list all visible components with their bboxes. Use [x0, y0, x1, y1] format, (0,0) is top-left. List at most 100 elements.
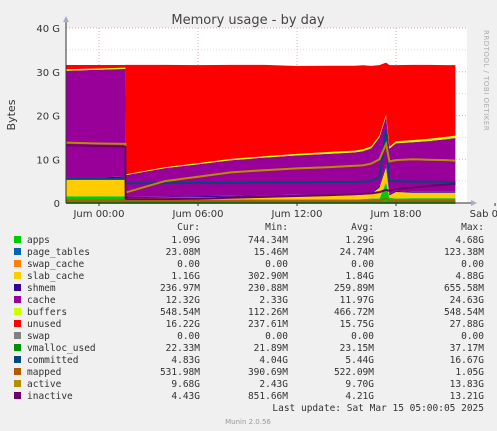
legend-row-apps: apps 1.09G 744.34M 1.29G 4.68G	[14, 235, 484, 246]
legend-value: 5.44G	[345, 355, 374, 366]
legend-swatch	[14, 284, 21, 291]
legend-name: swap	[27, 331, 50, 342]
legend-value: 0.00	[177, 259, 200, 270]
legend-value: 24.74M	[340, 247, 375, 258]
legend-value: 27.88G	[450, 319, 485, 330]
legend-value: 0.00	[351, 259, 374, 270]
y-axis-label: Bytes	[5, 99, 18, 130]
legend-name: page_tables	[27, 247, 90, 258]
legend-value: 21.89M	[254, 343, 289, 354]
legend-name: unused	[27, 319, 61, 330]
legend-name: committed	[27, 355, 78, 366]
y-tick-label: 30 G	[36, 68, 60, 79]
legend-value: 851.66M	[248, 391, 288, 402]
legend-name: slab_cache	[27, 271, 84, 282]
legend-swatch	[14, 260, 21, 267]
legend-name: mapped	[27, 367, 61, 378]
legend-value: 123.38M	[444, 247, 484, 258]
legend-name: vmalloc_used	[27, 343, 96, 354]
legend-value: 1.09G	[171, 235, 200, 246]
x-tick-label: Jum 00:00	[72, 209, 124, 220]
legend-name: apps	[27, 235, 50, 246]
legend-swatch	[14, 308, 21, 315]
x-ticks: Jum 00:00 Jum 06:00 Jum 12:00 Jum 18:00 Sab …	[72, 203, 497, 220]
legend-value: 548.54M	[444, 307, 484, 318]
legend-value: 0.00	[265, 259, 288, 270]
legend-value: 11.97G	[340, 295, 375, 306]
legend-value: 236.97M	[160, 283, 200, 294]
chart-title: Memory usage - by day	[171, 13, 324, 28]
x-tick-label: Jum 12:00	[271, 209, 323, 220]
legend-name: active	[27, 379, 62, 390]
legend-row-unused: unused 16.22G 237.61M 15.75G 27.88G	[14, 319, 484, 330]
legend-value: 13.21G	[450, 391, 485, 402]
legend-row-inactive: inactive 4.43G 851.66M 4.21G 13.21G	[14, 391, 484, 402]
legend-value: 0.00	[265, 331, 288, 342]
legend-name: buffers	[27, 307, 67, 318]
legend-value: 23.15M	[340, 343, 375, 354]
legend-value: 12.32G	[166, 295, 201, 306]
legend-row-swap_cache: swap_cache 0.00 0.00 0.00 0.00	[14, 259, 484, 270]
legend-value: 1.16G	[171, 271, 200, 282]
legend-value: 744.34M	[248, 235, 288, 246]
legend-swatch	[14, 236, 21, 243]
legend-header: Cur: Min: Avg: Max:	[177, 222, 484, 233]
legend-value: 466.72M	[334, 307, 374, 318]
legend-row-swap: swap 0.00 0.00 0.00 0.00	[14, 331, 484, 342]
legend-name: inactive	[27, 391, 73, 402]
legend-value: 531.98M	[160, 367, 200, 378]
legend-value: 2.43G	[259, 379, 288, 390]
legend-value: 24.63G	[450, 295, 485, 306]
legend-row-committed: committed 4.83G 4.04G 5.44G 16.67G	[14, 355, 484, 366]
legend-value: 16.67G	[450, 355, 485, 366]
legend-swatch	[14, 248, 21, 255]
legend-value: 655.58M	[444, 283, 484, 294]
x-tick-label: Sab 00:00	[470, 209, 497, 220]
legend-value: 4.88G	[455, 271, 484, 282]
y-tick-label: 20 G	[36, 112, 60, 123]
legend-value: 1.29G	[345, 235, 374, 246]
legend-row-mapped: mapped 531.98M 390.69M 522.09M 1.05G	[14, 367, 484, 378]
munin-version: Munin 2.0.56	[225, 418, 271, 426]
legend-value: 4.04G	[259, 355, 288, 366]
legend-column-header: Avg:	[351, 222, 374, 233]
y-tick-label: 0	[54, 199, 60, 210]
legend-swatch	[14, 320, 21, 327]
legend-value: 2.33G	[259, 295, 288, 306]
legend-column-header: Max:	[461, 222, 484, 233]
legend-swatch	[14, 380, 21, 387]
legend-row-page_tables: page_tables 23.08M 15.46M 24.74M 123.38M	[14, 247, 484, 258]
legend-value: 302.90M	[248, 271, 288, 282]
legend-value: 15.46M	[254, 247, 289, 258]
legend-value: 9.68G	[171, 379, 200, 390]
legend-value: 23.08M	[166, 247, 201, 258]
legend-swatch	[14, 272, 21, 279]
legend-value: 15.75G	[340, 319, 375, 330]
legend-value: 112.26M	[248, 307, 288, 318]
x-tick-label: Jum 18:00	[370, 209, 422, 220]
legend-value: 259.89M	[334, 283, 374, 294]
legend-value: 9.70G	[345, 379, 374, 390]
legend-swatch	[14, 392, 21, 399]
legend-row-cache: cache 12.32G 2.33G 11.97G 24.63G	[14, 295, 484, 306]
legend-row-vmalloc_used: vmalloc_used 22.33M 21.89M 23.15M 37.17M	[14, 343, 484, 354]
legend-value: 4.21G	[345, 391, 374, 402]
legend-swatch	[14, 356, 21, 363]
legend-swatch	[14, 344, 21, 351]
legend-value: 4.43G	[171, 391, 200, 402]
x-axis-arrow-icon	[471, 200, 477, 206]
legend-value: 230.88M	[248, 283, 288, 294]
y-ticks: 0 10 G 20 G 30 G 40 G	[36, 24, 60, 210]
legend-value: 0.00	[461, 331, 484, 342]
legend-name: cache	[27, 295, 56, 306]
legend-value: 16.22G	[166, 319, 201, 330]
y-tick-label: 10 G	[36, 155, 60, 166]
legend-value: 237.61M	[248, 319, 288, 330]
legend-value: 390.69M	[248, 367, 288, 378]
legend-swatch	[14, 296, 21, 303]
rrdtool-credit: RRDTOOL / TOBI OETIKER	[482, 30, 490, 131]
legend: apps 1.09G 744.34M 1.29G 4.68G page_tables 23.…	[14, 235, 484, 402]
legend-value: 0.00	[461, 259, 484, 270]
legend-column-header: Cur:	[177, 222, 200, 233]
legend-row-shmem: shmem 236.97M 230.88M 259.89M 655.58M	[14, 283, 484, 294]
